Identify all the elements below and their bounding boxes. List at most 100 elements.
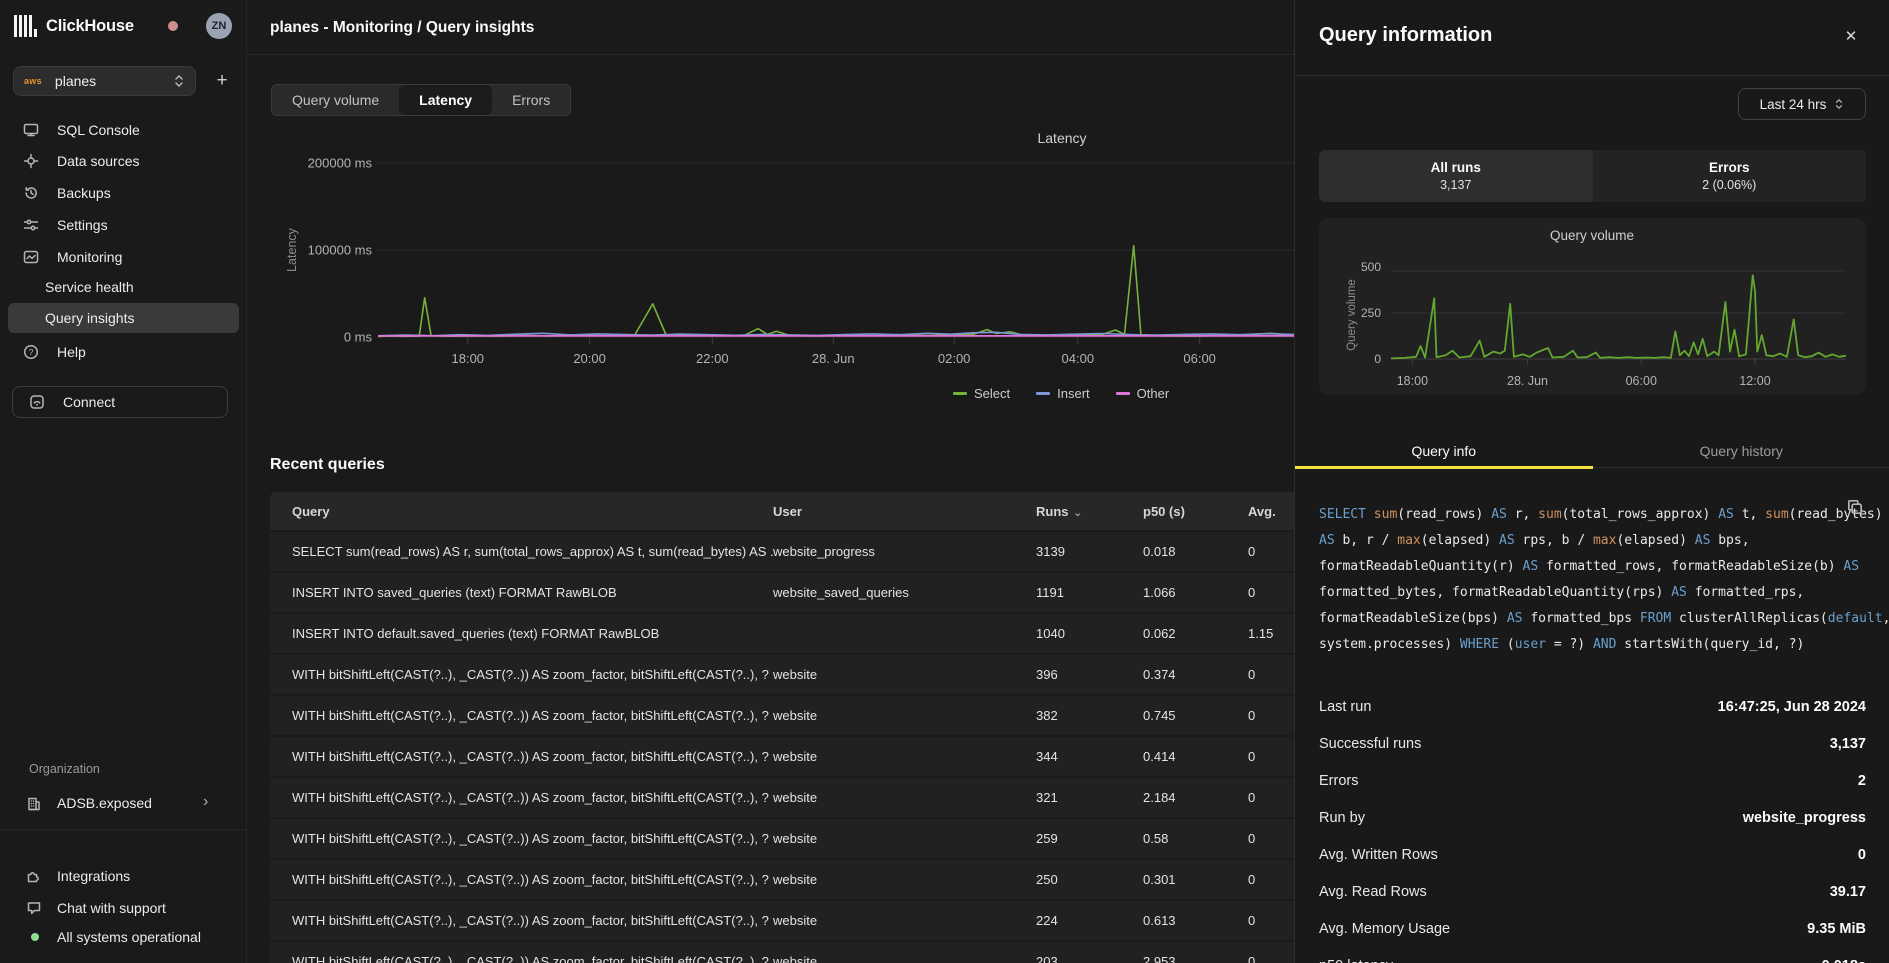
clickhouse-logo-icon[interactable] — [14, 15, 37, 37]
table-row[interactable]: WITH bitShiftLeft(CAST(?..), _CAST(?..))… — [270, 696, 1420, 735]
stat-value: 39.17 — [1830, 884, 1866, 900]
sidebar-item-system-status[interactable]: All systems operational — [0, 922, 247, 952]
avatar[interactable]: ZN — [206, 13, 232, 39]
time-range-select[interactable]: Last 24 hrs — [1738, 88, 1866, 120]
table-row[interactable]: WITH bitShiftLeft(CAST(?..), _CAST(?..))… — [270, 860, 1420, 899]
tab-query-info[interactable]: Query info — [1295, 437, 1593, 467]
sidebar-item-chat-support[interactable]: Chat with support — [0, 893, 247, 923]
table-row[interactable]: WITH bitShiftLeft(CAST(?..), _CAST(?..))… — [270, 942, 1420, 963]
cell-runs: 1191 — [1036, 585, 1143, 600]
cell-p50: 2.953 — [1143, 954, 1248, 963]
table-row[interactable]: INSERT INTO saved_queries (text) FORMAT … — [270, 573, 1420, 612]
cell-runs: 203 — [1036, 954, 1143, 963]
cell-query: WITH bitShiftLeft(CAST(?..), _CAST(?..))… — [270, 913, 773, 928]
app-window: planes - Monitoring / Query insights Que… — [0, 0, 1889, 963]
table-row[interactable]: WITH bitShiftLeft(CAST(?..), _CAST(?..))… — [270, 901, 1420, 940]
query-volume-ytick: 0 — [1374, 352, 1381, 366]
table-row[interactable]: WITH bitShiftLeft(CAST(?..), _CAST(?..))… — [270, 778, 1420, 817]
legend-item-other[interactable]: Other — [1116, 386, 1170, 401]
column-header-p50[interactable]: p50 (s) — [1143, 504, 1248, 519]
table-row[interactable]: WITH bitShiftLeft(CAST(?..), _CAST(?..))… — [270, 819, 1420, 858]
close-icon[interactable]: ✕ — [1838, 23, 1864, 49]
table-row[interactable]: WITH bitShiftLeft(CAST(?..), _CAST(?..))… — [270, 655, 1420, 694]
sidebar-item-settings[interactable]: Settings — [0, 209, 247, 240]
cell-query: INSERT INTO saved_queries (text) FORMAT … — [270, 585, 773, 600]
sidebar-item-sql-console[interactable]: SQL Console — [0, 114, 247, 145]
building-icon — [26, 796, 42, 812]
column-header-query[interactable]: Query — [270, 504, 773, 519]
sidebar-item-organization[interactable]: ADSB.exposed › — [0, 789, 247, 819]
query-volume-xtick: 06:00 — [1626, 374, 1657, 388]
query-volume-xtick: 12:00 — [1739, 374, 1770, 388]
console-icon — [23, 122, 39, 138]
tab-query-volume[interactable]: Query volume — [272, 85, 399, 115]
stat-value: 3,137 — [1830, 736, 1866, 752]
table-row[interactable]: WITH bitShiftLeft(CAST(?..), _CAST(?..))… — [270, 737, 1420, 776]
stat-row: Run by website_progress — [1319, 799, 1866, 836]
cell-user: website — [773, 708, 1036, 723]
cell-runs: 396 — [1036, 667, 1143, 682]
latency-ytick: 200000 ms — [308, 156, 372, 171]
column-header-runs[interactable]: Runs⌄ — [1036, 504, 1143, 519]
sidebar-item-service-health[interactable]: Service health — [8, 272, 239, 302]
legend-swatch — [1036, 392, 1050, 395]
runs-errors-segments: All runs 3,137 Errors 2 (0.06%) — [1319, 150, 1866, 202]
query-volume-title: Query volume — [1550, 228, 1634, 243]
cell-p50: 0.018 — [1143, 544, 1248, 559]
stat-label: Avg. Memory Usage — [1319, 921, 1450, 937]
copy-icon[interactable] — [1846, 498, 1864, 516]
cell-p50: 0.58 — [1143, 831, 1248, 846]
query-stats: Last run 16:47:25, Jun 28 2024 Successfu… — [1319, 688, 1866, 963]
add-service-button[interactable]: + — [210, 69, 234, 93]
table-row[interactable]: SELECT sum(read_rows) AS r, sum(total_ro… — [270, 532, 1420, 571]
legend-label: Insert — [1057, 386, 1090, 401]
column-header-user[interactable]: User — [773, 504, 1036, 519]
latency-chart — [378, 140, 1294, 352]
sidebar-item-help[interactable]: ? Help — [0, 336, 247, 367]
legend-label: Other — [1137, 386, 1170, 401]
service-selector[interactable]: aws planes — [13, 66, 196, 96]
aws-icon: aws — [24, 76, 42, 86]
cell-user: website — [773, 790, 1036, 805]
cell-p50: 0.745 — [1143, 708, 1248, 723]
recent-queries-body: SELECT sum(read_rows) AS r, sum(total_ro… — [270, 532, 1420, 963]
cell-runs: 382 — [1036, 708, 1143, 723]
tab-latency[interactable]: Latency — [399, 85, 492, 115]
stat-value: 0.018s — [1822, 958, 1866, 963]
cell-query: WITH bitShiftLeft(CAST(?..), _CAST(?..))… — [270, 831, 773, 846]
sidebar-item-data-sources[interactable]: Data sources — [0, 145, 247, 176]
chevron-updown-icon — [1834, 98, 1844, 110]
time-range-value: Last 24 hrs — [1760, 97, 1827, 112]
legend-item-select[interactable]: Select — [953, 386, 1010, 401]
chat-bubble-icon — [26, 900, 42, 916]
query-information-panel: Query information ✕ Last 24 hrs All runs… — [1294, 0, 1889, 963]
sidebar-item-monitoring[interactable]: Monitoring — [0, 241, 247, 272]
cell-query: WITH bitShiftLeft(CAST(?..), _CAST(?..))… — [270, 954, 773, 963]
notification-dot[interactable] — [168, 21, 178, 31]
sidebar-item-backups[interactable]: Backups — [0, 177, 247, 208]
stat-row: p50 latency 0.018s — [1319, 947, 1866, 963]
tab-errors[interactable]: Errors — [492, 85, 570, 115]
legend-swatch — [1116, 392, 1130, 395]
sidebar: ClickHouse ZN aws planes + SQL Console D… — [0, 0, 247, 963]
tab-query-history[interactable]: Query history — [1593, 437, 1889, 467]
table-row[interactable]: INSERT INTO default.saved_queries (text)… — [270, 614, 1420, 653]
cell-p50: 0.613 — [1143, 913, 1248, 928]
connect-button[interactable]: Connect — [12, 386, 228, 418]
stat-value: 0 — [1858, 847, 1866, 863]
latency-xtick: 06:00 — [1183, 351, 1216, 366]
stat-label: Successful runs — [1319, 736, 1421, 752]
segment-errors[interactable]: Errors 2 (0.06%) — [1593, 150, 1867, 202]
cell-runs: 224 — [1036, 913, 1143, 928]
sidebar-item-query-insights[interactable]: Query insights — [8, 303, 239, 333]
sidebar-item-integrations[interactable]: Integrations — [0, 861, 247, 891]
stat-row: Avg. Written Rows 0 — [1319, 836, 1866, 873]
segment-all-runs[interactable]: All runs 3,137 — [1319, 150, 1593, 202]
puzzle-icon — [26, 868, 42, 884]
latency-xtick: 28. Jun — [812, 351, 855, 366]
cell-query: WITH bitShiftLeft(CAST(?..), _CAST(?..))… — [270, 872, 773, 887]
legend-swatch — [953, 392, 967, 395]
cell-query: WITH bitShiftLeft(CAST(?..), _CAST(?..))… — [270, 790, 773, 805]
stat-label: p50 latency — [1319, 958, 1393, 963]
legend-item-insert[interactable]: Insert — [1036, 386, 1090, 401]
